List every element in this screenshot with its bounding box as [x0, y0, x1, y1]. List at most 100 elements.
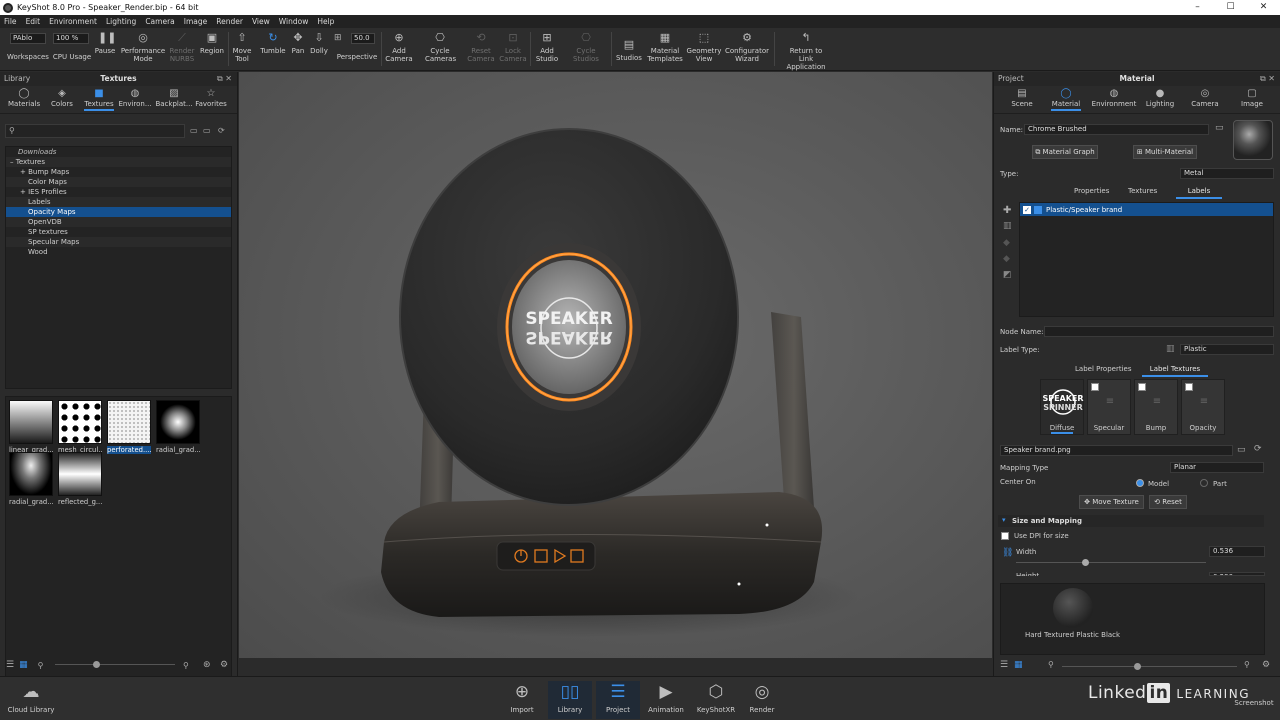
thumb-radial-gradient[interactable]: radial_grad... — [156, 400, 200, 454]
bump-checkbox[interactable] — [1138, 383, 1146, 391]
dolly-button[interactable]: ⇩ Dolly — [309, 31, 329, 56]
multi-material-button[interactable]: ⊞ Multi-Material — [1133, 145, 1197, 159]
material-graph-button[interactable]: ⧉ Material Graph — [1032, 145, 1098, 159]
tab-environments[interactable]: ◍ Environ... — [118, 88, 152, 108]
upload-icon[interactable]: ⊛ — [203, 660, 211, 670]
cycle-cameras-button[interactable]: ⎔ Cycle Cameras — [425, 31, 456, 64]
move-tool-button[interactable]: ⇧ Move Tool — [231, 31, 253, 64]
reload-icon[interactable]: ⟳ — [1254, 444, 1262, 454]
tree-item-textures[interactable]: – Textures — [6, 157, 231, 167]
tab-camera[interactable]: ◎ Camera — [1190, 88, 1220, 108]
save-icon[interactable]: ▭ — [1215, 123, 1224, 133]
specular-checkbox[interactable] — [1091, 383, 1099, 391]
menu-environment[interactable]: Environment — [49, 17, 97, 26]
tree-item-ies-profiles[interactable]: + IES Profiles — [6, 187, 231, 197]
label-list-item[interactable]: ✓ Plastic/Speaker brand — [1020, 203, 1273, 216]
region-button[interactable]: ▣ Region — [199, 31, 225, 56]
thumb-reflected-gradient[interactable]: reflected_g... — [58, 452, 102, 506]
size-mapping-section[interactable]: ▾ Size and Mapping — [998, 515, 1264, 527]
move-texture-button[interactable]: ✥ Move Texture — [1079, 495, 1144, 509]
dock-library[interactable]: ▯▯ Library — [548, 681, 592, 719]
close-button[interactable]: ✕ — [1247, 0, 1280, 15]
cloud-library-button[interactable]: ☁ Cloud Library — [6, 681, 56, 714]
material-templates-button[interactable]: ▦ Material Templates — [646, 31, 684, 64]
label-texture-diffuse[interactable]: SPEAKER SPINNER Diffuse — [1040, 379, 1084, 435]
tree-item-bump-maps[interactable]: + Bump Maps — [6, 167, 231, 177]
panel-close-icon[interactable]: ⧉ ✕ — [217, 72, 232, 86]
tab-backplates[interactable]: ▨ Backplat... — [155, 88, 193, 108]
add-camera-button[interactable]: ⊕ Add Camera — [385, 31, 413, 64]
label-type-select[interactable]: Plastic — [1180, 344, 1274, 355]
list-view-icon-right[interactable]: ☰ — [1000, 660, 1008, 670]
duplicate-label-icon[interactable]: ◩ — [1003, 270, 1012, 280]
reset-button[interactable]: ⟲ Reset — [1149, 495, 1187, 509]
studios-button[interactable]: ▤ Studios — [615, 38, 643, 63]
menu-window[interactable]: Window — [279, 17, 309, 26]
maximize-button[interactable]: ☐ — [1214, 0, 1247, 15]
move-up-icon[interactable]: ◆ — [1003, 238, 1010, 248]
render-nurbs-button[interactable]: ⟋ Render NURBS — [168, 31, 196, 64]
cycle-studios-button[interactable]: ⎔ Cycle Studios — [571, 31, 601, 64]
configurator-wizard-button[interactable]: ⚙ Configurator Wizard — [724, 31, 770, 64]
label-texture-specular[interactable]: ≡ Specular — [1087, 379, 1131, 435]
subtab-label-textures[interactable]: Label Textures — [1142, 365, 1208, 377]
render-viewport[interactable]: SPEAKER SPEAKER — [239, 72, 992, 658]
delete-label-icon[interactable]: ▥ — [1003, 221, 1012, 231]
tree-item-color-maps[interactable]: Color Maps — [6, 177, 231, 187]
center-model-radio[interactable] — [1136, 479, 1144, 487]
dock-project[interactable]: ☰ Project — [596, 681, 640, 719]
tab-textures[interactable]: ■ Textures — [82, 88, 116, 111]
pan-button[interactable]: ✥ Pan — [289, 31, 307, 56]
tab-favorites[interactable]: ☆ Favorites — [194, 88, 228, 108]
link-icon[interactable]: ⛓ — [1002, 548, 1013, 558]
tab-lighting[interactable]: ● Lighting — [1144, 88, 1176, 108]
perspective-button[interactable]: Perspective — [336, 53, 378, 61]
tree-item-sp-textures[interactable]: SP textures — [6, 227, 231, 237]
width-field[interactable]: 0.536 — [1209, 546, 1265, 557]
open-folder-icon[interactable]: ▭ — [1237, 445, 1246, 455]
thumb-radial-gradient-2[interactable]: radial_grad... — [9, 452, 53, 506]
refresh-icon[interactable]: ⟳ — [218, 126, 225, 135]
performance-mode-button[interactable]: ◎ Performance Mode — [120, 31, 166, 64]
opacity-checkbox[interactable] — [1185, 383, 1193, 391]
material-name-field[interactable]: Chrome Brushed — [1024, 124, 1209, 135]
tab-image[interactable]: ▢ Image — [1237, 88, 1267, 108]
material-preview-swatch[interactable] — [1233, 120, 1273, 160]
library-search-input[interactable] — [5, 124, 185, 138]
fov-field[interactable]: 50.0 — [351, 33, 375, 44]
tree-item-openvdb[interactable]: OpenVDB — [6, 217, 231, 227]
return-to-link-button[interactable]: ↰ Return to Link Application — [779, 31, 833, 72]
lock-camera-button[interactable]: ⊡ Lock Camera — [499, 31, 527, 64]
dock-animation[interactable]: ▶ Animation — [646, 681, 686, 714]
thumb-mesh-circular[interactable]: mesh_circul... — [58, 400, 102, 454]
tab-scene[interactable]: ▤ Scene — [1008, 88, 1036, 108]
zoom-out-icon[interactable]: ⚲ — [38, 661, 44, 670]
minimize-button[interactable]: – — [1181, 0, 1214, 15]
tree-item-opacity-maps[interactable]: Opacity Maps — [6, 207, 231, 217]
add-studio-button[interactable]: ⊞ Add Studio — [534, 31, 560, 64]
menu-edit[interactable]: Edit — [26, 17, 41, 26]
mapping-type-select[interactable]: Planar — [1170, 462, 1264, 473]
settings-icon-right[interactable]: ⚙ — [1262, 660, 1270, 670]
folder-add-icon[interactable]: ▭ — [203, 126, 211, 135]
zoom-in-icon[interactable]: ⚲ — [183, 661, 189, 670]
tree-item-specular-maps[interactable]: Specular Maps — [6, 237, 231, 247]
geometry-view-button[interactable]: ⬚ Geometry View — [686, 31, 722, 64]
settings-icon[interactable]: ⚙ — [220, 660, 228, 670]
tab-materials[interactable]: ◯ Materials — [8, 88, 40, 108]
tab-material[interactable]: ◯ Material — [1050, 88, 1082, 111]
screenshot-button[interactable]: Screenshot — [1232, 699, 1276, 707]
width-slider-handle[interactable] — [1082, 559, 1089, 566]
thumbnail-size-slider[interactable] — [55, 664, 175, 665]
panel-close-icon-right[interactable]: ⧉ ✕ — [1260, 72, 1275, 86]
subtab-properties[interactable]: Properties — [1074, 187, 1109, 195]
move-down-icon[interactable]: ◆ — [1003, 254, 1010, 264]
subtab-labels[interactable]: Labels — [1176, 187, 1222, 199]
pause-button[interactable]: ❚❚ Pause — [93, 31, 117, 56]
thumb-perforated[interactable]: perforated.... — [107, 400, 151, 454]
menu-file[interactable]: File — [4, 17, 17, 26]
tree-item-downloads[interactable]: Downloads — [6, 147, 231, 157]
workspace-select[interactable]: PAblo — [10, 33, 46, 44]
menu-image[interactable]: Image — [184, 17, 208, 26]
trash-icon[interactable]: ▥ — [1166, 344, 1175, 354]
